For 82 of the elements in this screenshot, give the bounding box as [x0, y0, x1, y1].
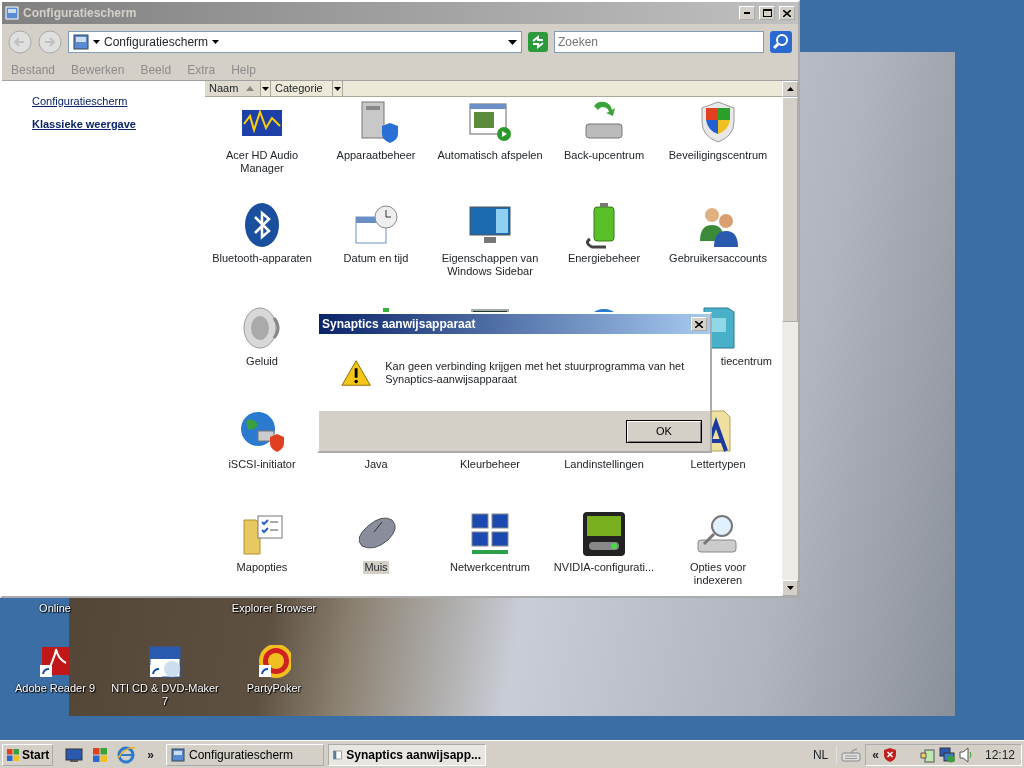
close-button[interactable] — [691, 317, 707, 331]
warning-icon — [341, 358, 372, 387]
windows-flag-icon — [6, 747, 20, 762]
minimize-icon — [744, 12, 750, 14]
power-plug-icon[interactable] — [918, 746, 935, 763]
item-label[interactable]: iSCSI-initiator — [227, 458, 297, 471]
overflow-chevron[interactable]: » — [139, 745, 163, 764]
maximize-icon — [762, 9, 772, 17]
column-dropdown[interactable] — [333, 81, 343, 96]
control-panel-icon — [73, 34, 89, 50]
browser-e-icon[interactable] — [117, 745, 136, 764]
desktop-icon[interactable] — [65, 746, 84, 763]
scroll-down-button[interactable] — [782, 580, 798, 596]
desktop-icon-label[interactable]: PartyPoker — [246, 682, 302, 695]
item-label[interactable]: Back-upcentrum — [562, 149, 646, 162]
item-label[interactable]: Acer HD Audio Manager — [208, 149, 316, 175]
item-label[interactable]: Bluetooth-apparaten — [211, 252, 313, 265]
item-label[interactable]: Muis — [363, 561, 389, 574]
device-icon[interactable] — [580, 510, 628, 558]
item-label[interactable]: Beveiligingscentrum — [667, 149, 769, 162]
item-label[interactable]: Eigenschappen van Windows Sidebar — [436, 252, 544, 278]
clock: 12:12 — [983, 746, 1015, 764]
scroll-up-button[interactable] — [782, 81, 798, 97]
close-icon — [783, 9, 791, 17]
window-title: Configuratiescherm — [23, 5, 138, 22]
sort-arrow-icon — [246, 86, 255, 91]
desktop-icon-label[interactable]: Explorer Browser — [231, 602, 317, 615]
shield-icon[interactable] — [882, 746, 897, 763]
item-label[interactable]: Landinstellingen — [563, 458, 645, 471]
close-button[interactable] — [779, 6, 795, 20]
caret-icon — [786, 87, 794, 91]
desktop-icon-label[interactable]: NTI CD & DVD-Maker 7 — [110, 682, 220, 708]
caret-icon — [786, 586, 794, 590]
volume-icon[interactable] — [958, 746, 973, 763]
item-label[interactable]: Netwerkcentrum — [448, 561, 532, 574]
dialog-message: Kan geen verbinding krijgen met het stuurprogramma van het Synaptics-aanwijsapparaat — [385, 359, 686, 386]
item-label[interactable]: Mapopties — [235, 561, 289, 574]
taskbar-button[interactable]: Configuratiescherm — [166, 743, 325, 766]
dialog-title: Synaptics aanwijsapparaat — [322, 316, 476, 333]
item-label[interactable]: Lettertypen — [689, 458, 747, 471]
search-button[interactable] — [770, 31, 792, 53]
item-label[interactable]: Geluid — [245, 355, 279, 368]
column-header[interactable]: Naam — [205, 81, 261, 96]
item-label[interactable]: NVIDIA-configurati... — [552, 561, 656, 574]
item-label[interactable]: Opties voor indexeren — [664, 561, 772, 587]
sidebar-link[interactable]: Klassieke weergave — [32, 115, 205, 132]
taskbar-button[interactable]: Synaptics aanwijsapp... — [328, 743, 487, 766]
dropdown-arrow-icon[interactable] — [508, 39, 517, 45]
scroll-thumb[interactable] — [782, 97, 798, 322]
control-panel-icon — [171, 747, 186, 762]
network-icon[interactable] — [938, 746, 955, 763]
tray-expand-chevron[interactable]: « — [872, 745, 879, 764]
item-label[interactable]: Kleurbeheer — [459, 458, 521, 471]
item-label[interactable]: Datum en tijd — [342, 252, 410, 265]
chip-shortcut-icon[interactable] — [257, 645, 291, 679]
address-bar[interactable]: Configuratiescherm — [68, 31, 522, 53]
language-indicator[interactable]: NL — [804, 745, 838, 764]
start-button[interactable]: Start — [2, 743, 54, 766]
caret-icon — [212, 40, 220, 44]
caret-icon — [334, 86, 341, 91]
sidebar-link[interactable]: Configuratiescherm — [32, 93, 205, 110]
item-label[interactable]: Gebruikersaccounts — [668, 252, 768, 265]
search-field[interactable]: Zoeken — [554, 31, 764, 53]
item-label[interactable]: Apparaatbeheer — [335, 149, 417, 162]
minimize-button[interactable] — [739, 6, 755, 20]
refresh-button[interactable] — [528, 32, 548, 52]
ok-button[interactable]: OK — [626, 419, 702, 443]
item-label[interactable]: Automatisch afspelen — [436, 149, 544, 162]
close-icon — [695, 320, 703, 328]
item-label[interactable]: tiecentrum — [719, 355, 773, 368]
pdf-shortcut-icon[interactable] — [38, 645, 72, 679]
caret-icon — [93, 40, 100, 44]
caret-icon — [262, 86, 269, 91]
item-label[interactable]: Energiebeheer — [566, 252, 642, 265]
disc-shortcut-icon[interactable] — [148, 645, 182, 679]
control-panel-icon — [5, 6, 19, 20]
address-text: Configuratiescherm — [104, 34, 209, 51]
maximize-button[interactable] — [759, 6, 775, 20]
window-icon — [333, 747, 343, 762]
scrollbar[interactable] — [782, 81, 798, 596]
windows-flag-icon[interactable] — [91, 746, 110, 763]
item-label[interactable]: Java — [363, 458, 389, 471]
